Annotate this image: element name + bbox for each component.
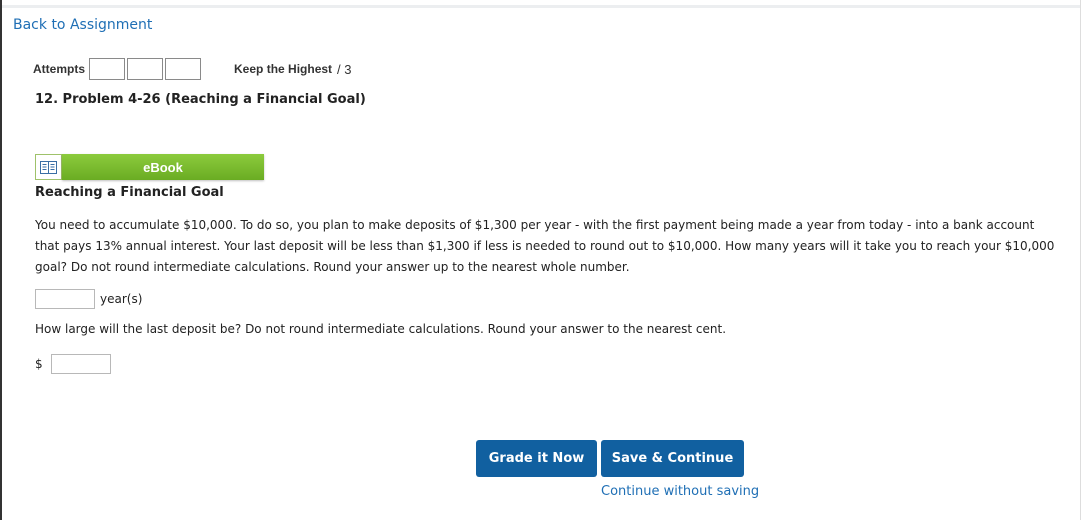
years-answer-row: year(s) [35, 289, 142, 309]
section-title: Reaching a Financial Goal [35, 185, 224, 200]
score-denominator: / 3 [337, 61, 352, 77]
attempt-box-2 [127, 58, 164, 80]
problem-title: 12. Problem 4-26 (Reaching a Financial G… [35, 92, 366, 107]
attempts-row: Attempts Keep the Highest / 3 [33, 57, 352, 81]
last-deposit-input[interactable] [51, 354, 111, 374]
attempts-label: Attempts [33, 62, 86, 76]
last-deposit-question: How large will the last deposit be? Do n… [35, 322, 727, 336]
save-continue-button[interactable]: Save & Continue [601, 440, 744, 477]
back-to-assignment-link[interactable]: Back to Assignment [13, 17, 152, 33]
years-input[interactable] [35, 289, 95, 309]
years-unit-label: year(s) [100, 292, 143, 306]
deposit-answer-row: $ [35, 354, 111, 374]
attempt-box-3 [165, 58, 202, 80]
ebook-label: eBook [62, 154, 264, 180]
attempt-boxes [89, 58, 203, 80]
assignment-page: Back to Assignment Attempts Keep the Hig… [0, 0, 1081, 520]
keep-highest-label: Keep the Highest [234, 62, 333, 76]
top-divider [2, 5, 1080, 8]
ebook-button[interactable]: eBook [35, 154, 264, 180]
grade-it-now-button[interactable]: Grade it Now [476, 440, 597, 477]
book-icon [35, 154, 62, 180]
problem-text: You need to accumulate $10,000. To do so… [35, 218, 1055, 274]
attempt-box-1 [89, 58, 126, 80]
currency-symbol: $ [35, 357, 43, 371]
continue-without-saving-link[interactable]: Continue without saving [601, 484, 759, 499]
